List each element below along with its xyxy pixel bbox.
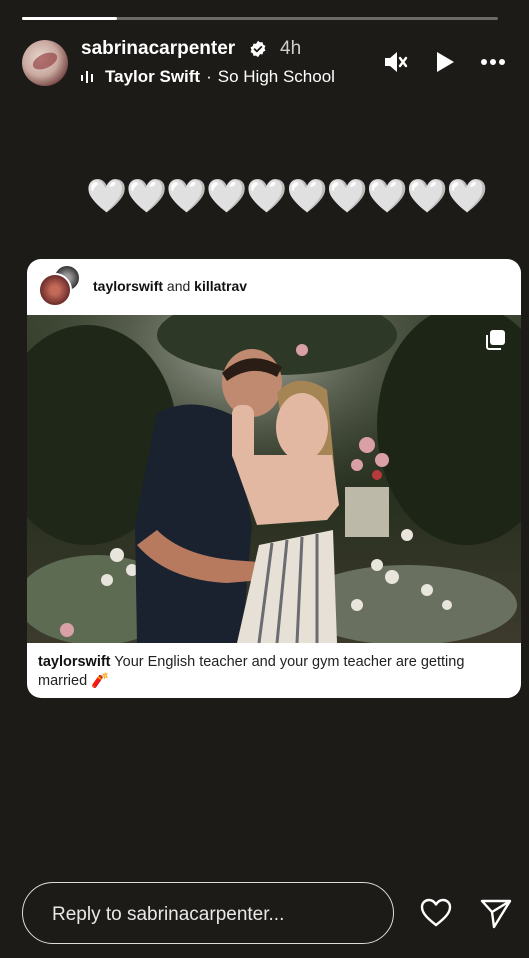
post-author-1[interactable]: taylorswift xyxy=(93,278,163,294)
like-heart-icon[interactable] xyxy=(419,896,453,930)
collab-avatar-1 xyxy=(38,273,72,307)
caption-username[interactable]: taylorswift xyxy=(38,654,111,670)
story-progress-fill xyxy=(22,17,118,20)
music-separator: · xyxy=(206,67,212,86)
post-header: taylorswift and killatrav xyxy=(27,259,521,315)
username[interactable]: sabrinacarpenter xyxy=(81,38,235,60)
shared-post-card[interactable]: taylorswift and killatrav taylorswift Yo… xyxy=(27,259,521,698)
post-photo xyxy=(27,315,521,643)
story-progress-bar xyxy=(22,17,498,20)
reply-input[interactable]: Reply to sabrinacarpenter... xyxy=(22,882,394,944)
play-icon[interactable] xyxy=(430,48,458,76)
hearts-sticker: 🤍🤍🤍🤍🤍🤍🤍🤍🤍🤍 xyxy=(86,177,488,214)
music-song: So High School xyxy=(217,67,335,86)
music-artist: Taylor Swift xyxy=(105,67,201,86)
send-icon[interactable] xyxy=(479,896,513,930)
post-time: 4h xyxy=(280,38,302,59)
story-header: sabrinacarpenter 4h Taylor Swift · So Hi… xyxy=(22,38,512,90)
verified-badge-icon xyxy=(250,40,266,58)
author-connector: and xyxy=(166,278,191,294)
audio-bars-icon xyxy=(81,71,93,83)
avatar[interactable] xyxy=(22,40,68,86)
post-authors: taylorswift and killatrav xyxy=(93,278,247,294)
post-author-2[interactable]: killatrav xyxy=(194,278,247,294)
more-options-icon[interactable] xyxy=(479,48,507,76)
muted-speaker-icon[interactable] xyxy=(381,48,409,76)
music-info[interactable]: Taylor Swift · So High School xyxy=(81,67,335,87)
multiple-images-icon xyxy=(486,330,505,350)
post-caption: taylorswift Your English teacher and you… xyxy=(38,653,510,691)
reply-placeholder: Reply to sabrinacarpenter... xyxy=(52,904,285,925)
